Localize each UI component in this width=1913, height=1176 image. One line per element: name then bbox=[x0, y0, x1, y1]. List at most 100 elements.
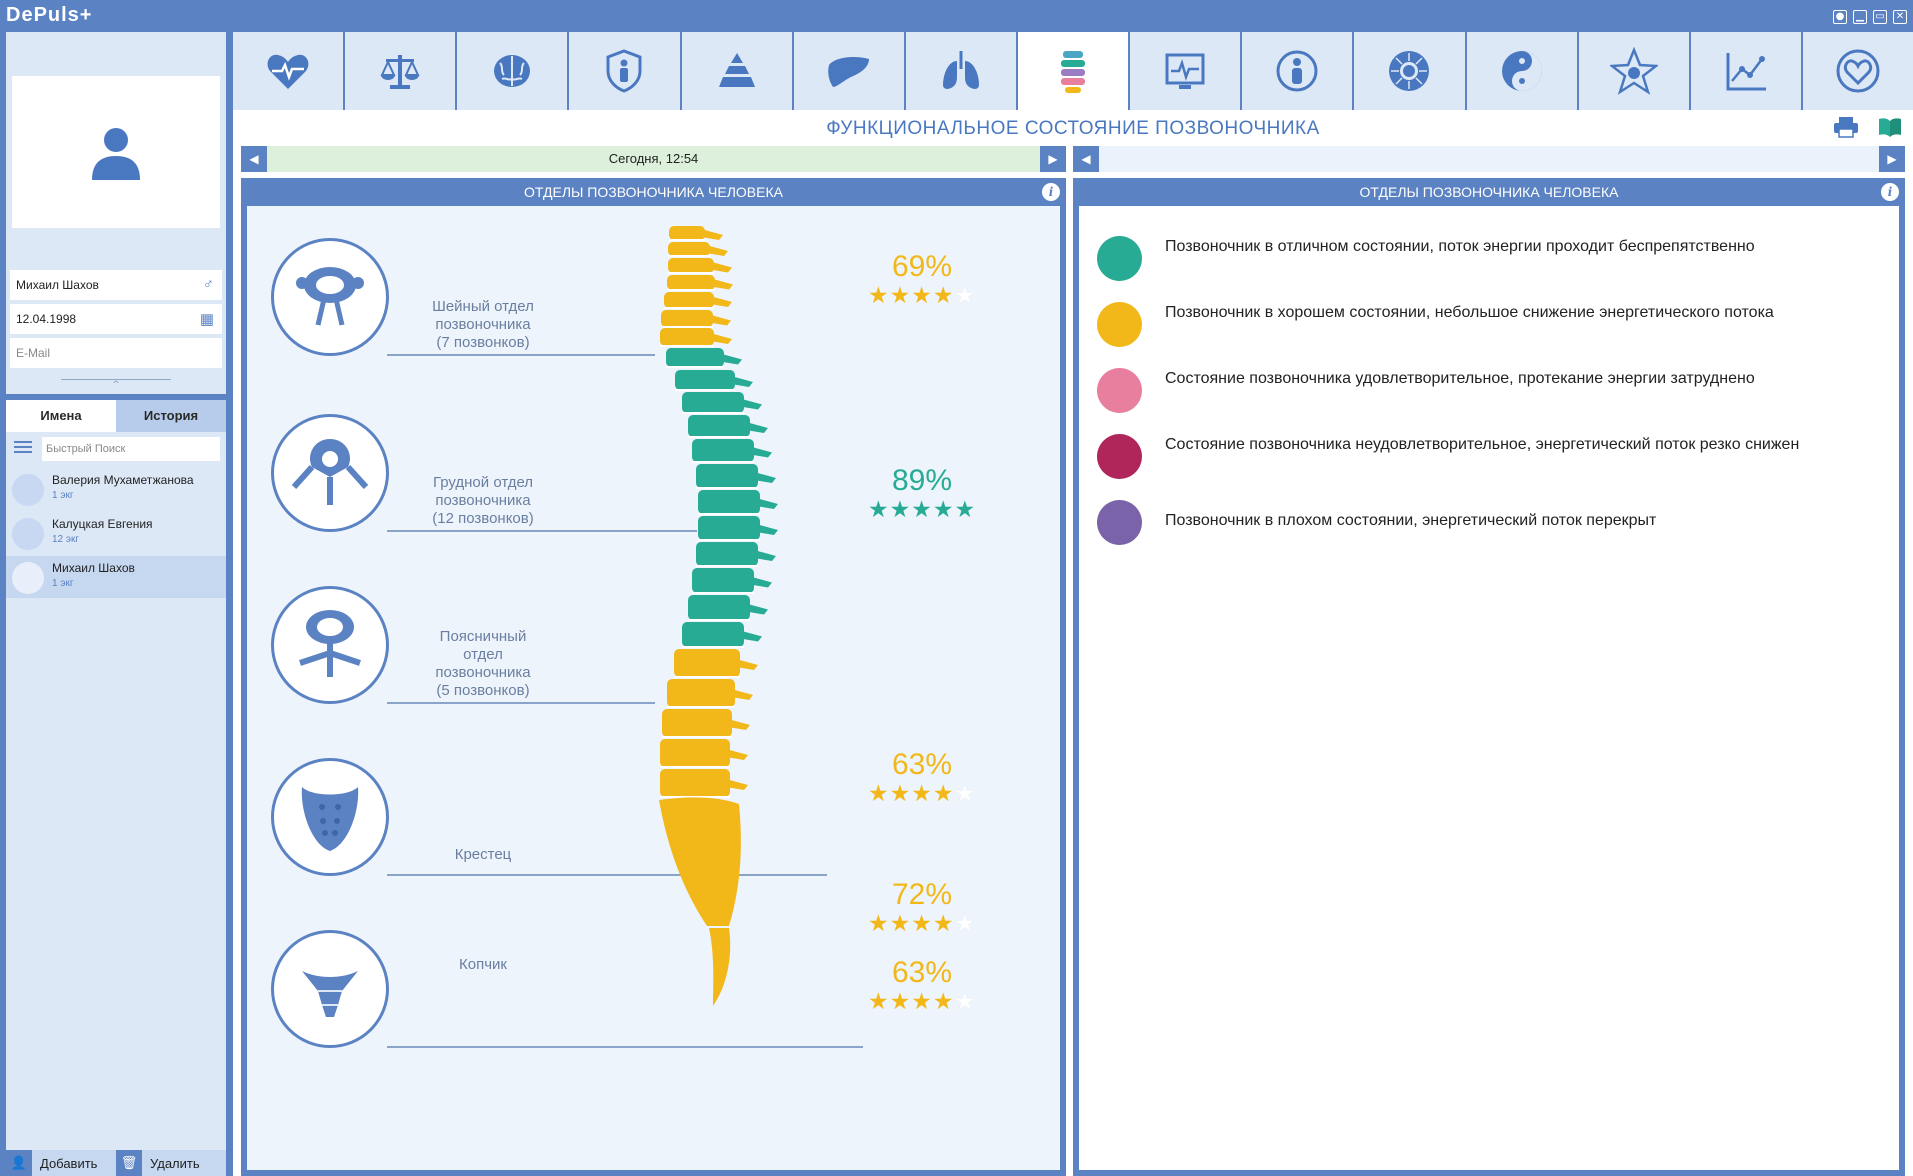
legend-text: Состояние позвоночника неудовлетворитель… bbox=[1165, 436, 1800, 453]
cervical-section-badge bbox=[271, 238, 389, 356]
panel-body: Позвоночник в отличном состоянии, поток … bbox=[1079, 206, 1899, 1170]
vertebra-18 bbox=[688, 595, 750, 620]
tool-spine[interactable] bbox=[1017, 32, 1129, 110]
sun-icon bbox=[1389, 51, 1430, 91]
list-menu-icon[interactable] bbox=[14, 441, 32, 455]
tool-chart[interactable] bbox=[1690, 32, 1801, 110]
add-button-label: Добавить bbox=[40, 1155, 98, 1171]
tab-names[interactable]: Имена bbox=[6, 400, 116, 432]
vertebra-1 bbox=[669, 226, 705, 240]
coccyx-shape bbox=[709, 928, 731, 1006]
email-field[interactable]: E-Mail bbox=[10, 338, 222, 368]
filled-star-icon: ★ bbox=[911, 283, 933, 309]
filled-star-icon: ★ bbox=[932, 497, 955, 523]
info-icon[interactable]: i bbox=[1042, 183, 1060, 201]
settings-window-button[interactable]: ● bbox=[1833, 10, 1847, 24]
filled-star-icon: ★ bbox=[867, 497, 890, 523]
book-icon[interactable] bbox=[1877, 116, 1903, 138]
vertebra-2 bbox=[668, 242, 710, 256]
filled-star-icon: ★ bbox=[954, 497, 977, 523]
list-item[interactable]: Валерия Мухаметжанова 1 экг bbox=[6, 468, 226, 510]
rating-stars: ★★★★★ bbox=[857, 284, 987, 308]
tab-history[interactable]: История bbox=[116, 400, 226, 432]
email-placeholder: E-Mail bbox=[16, 346, 51, 360]
score-sacrum: 72% ★★★★★ bbox=[857, 878, 987, 936]
search-row bbox=[6, 434, 226, 464]
tool-pyramid[interactable] bbox=[681, 32, 792, 110]
filled-star-icon: ★ bbox=[889, 283, 912, 309]
pyramid-icon bbox=[718, 53, 755, 87]
liver-icon bbox=[827, 57, 869, 87]
tool-star[interactable] bbox=[1578, 32, 1689, 110]
minimize-window-button[interactable]: ▁ bbox=[1853, 10, 1867, 24]
date-navigator-right: ◀ ▶ bbox=[1073, 146, 1905, 172]
next-record-button[interactable]: ▶ bbox=[1040, 146, 1066, 172]
filled-star-icon: ★ bbox=[911, 989, 933, 1015]
filled-star-icon: ★ bbox=[867, 911, 890, 937]
maximize-window-button[interactable]: ▭ bbox=[1873, 10, 1887, 24]
collapse-handle[interactable]: ^ bbox=[61, 379, 171, 390]
legend-text: Позвоночник в хорошем состоянии, небольш… bbox=[1165, 304, 1774, 321]
avatar bbox=[12, 562, 44, 594]
tool-person[interactable] bbox=[1242, 32, 1353, 110]
tool-heart-hands[interactable] bbox=[1802, 32, 1913, 110]
tool-brain[interactable] bbox=[457, 32, 568, 110]
filled-star-icon: ★ bbox=[889, 781, 912, 807]
print-icon[interactable] bbox=[1833, 116, 1859, 138]
section-label-coccyx: Копчик bbox=[459, 956, 507, 973]
compare-next-button[interactable]: ▶ bbox=[1879, 146, 1905, 172]
legend-color-dot bbox=[1097, 500, 1142, 545]
tool-scales[interactable] bbox=[345, 32, 456, 110]
male-gender-icon[interactable]: ♂ bbox=[203, 276, 214, 293]
tool-sun[interactable] bbox=[1354, 32, 1465, 110]
score-cervical: 69% ★★★★★ bbox=[857, 250, 987, 308]
compare-prev-button[interactable]: ◀ bbox=[1073, 146, 1099, 172]
delete-button[interactable]: 🗑 Удалить bbox=[116, 1150, 226, 1176]
info-icon[interactable]: i bbox=[1881, 183, 1899, 201]
lumbar-vertebra-icon bbox=[299, 610, 361, 677]
person-ecg-count: 12 экг bbox=[52, 534, 80, 545]
vertebra-7 bbox=[660, 328, 714, 346]
monitor-pulse-icon bbox=[1165, 53, 1205, 89]
cervical-vertebra-icon bbox=[296, 267, 364, 326]
tool-monitor[interactable] bbox=[1130, 32, 1241, 110]
score-coccyx: 63% ★★★★★ bbox=[857, 956, 987, 1014]
sidebar-actions: 👤 Добавить 🗑 Удалить bbox=[6, 1150, 226, 1176]
list-item[interactable]: Калуцкая Евгения 12 экг bbox=[6, 512, 226, 554]
add-button[interactable]: 👤 Добавить bbox=[6, 1150, 116, 1176]
vertebra-process bbox=[711, 278, 733, 290]
vertebra-19 bbox=[682, 622, 744, 647]
birthdate-field[interactable]: 12.04.1998 ▦ bbox=[10, 304, 222, 334]
section-leader-line bbox=[387, 354, 655, 356]
sacrum-section-badge bbox=[271, 758, 389, 876]
calendar-icon[interactable]: ▦ bbox=[200, 310, 214, 328]
section-leader-line bbox=[387, 702, 655, 704]
legend-color-dot bbox=[1097, 302, 1142, 347]
tool-lungs[interactable] bbox=[905, 32, 1016, 110]
name-field[interactable]: Михаил Шахов ♂ bbox=[10, 270, 222, 300]
panel-heading: ОТДЕЛЫ ПОЗВОНОЧНИКА ЧЕЛОВЕКА bbox=[1359, 184, 1619, 200]
sidebar: Михаил Шахов ♂ 12.04.1998 ▦ E-Mail ^ Име… bbox=[6, 32, 226, 1176]
vertebra-21 bbox=[667, 679, 735, 707]
legend-text: Позвоночник в плохом состоянии, энергети… bbox=[1165, 512, 1657, 529]
vertebra-14 bbox=[698, 490, 760, 514]
vertebra-process bbox=[706, 245, 728, 256]
lumbar-section-badge bbox=[271, 586, 389, 704]
legend-item: Позвоночник в плохом состоянии, энергети… bbox=[1097, 490, 1887, 556]
score-percent: 72% bbox=[891, 878, 953, 911]
spine-icon bbox=[1061, 51, 1086, 93]
tool-liver[interactable] bbox=[793, 32, 904, 110]
coccyx-icon bbox=[302, 971, 358, 1017]
tool-heart-pulse[interactable] bbox=[233, 32, 344, 110]
empty-star-icon: ★ bbox=[954, 781, 977, 807]
profile-photo[interactable] bbox=[12, 76, 220, 228]
rating-stars: ★★★★★ bbox=[857, 498, 987, 522]
list-item-selected[interactable]: Михаил Шахов 1 экг bbox=[6, 556, 226, 598]
legend-color-dot bbox=[1097, 236, 1142, 281]
tool-immunity[interactable] bbox=[569, 32, 680, 110]
quick-search-input[interactable] bbox=[42, 437, 220, 461]
tool-yin-yang[interactable] bbox=[1466, 32, 1577, 110]
filled-star-icon: ★ bbox=[911, 497, 933, 523]
close-window-button[interactable]: ✕ bbox=[1893, 10, 1907, 24]
legend-color-dot bbox=[1097, 368, 1142, 413]
